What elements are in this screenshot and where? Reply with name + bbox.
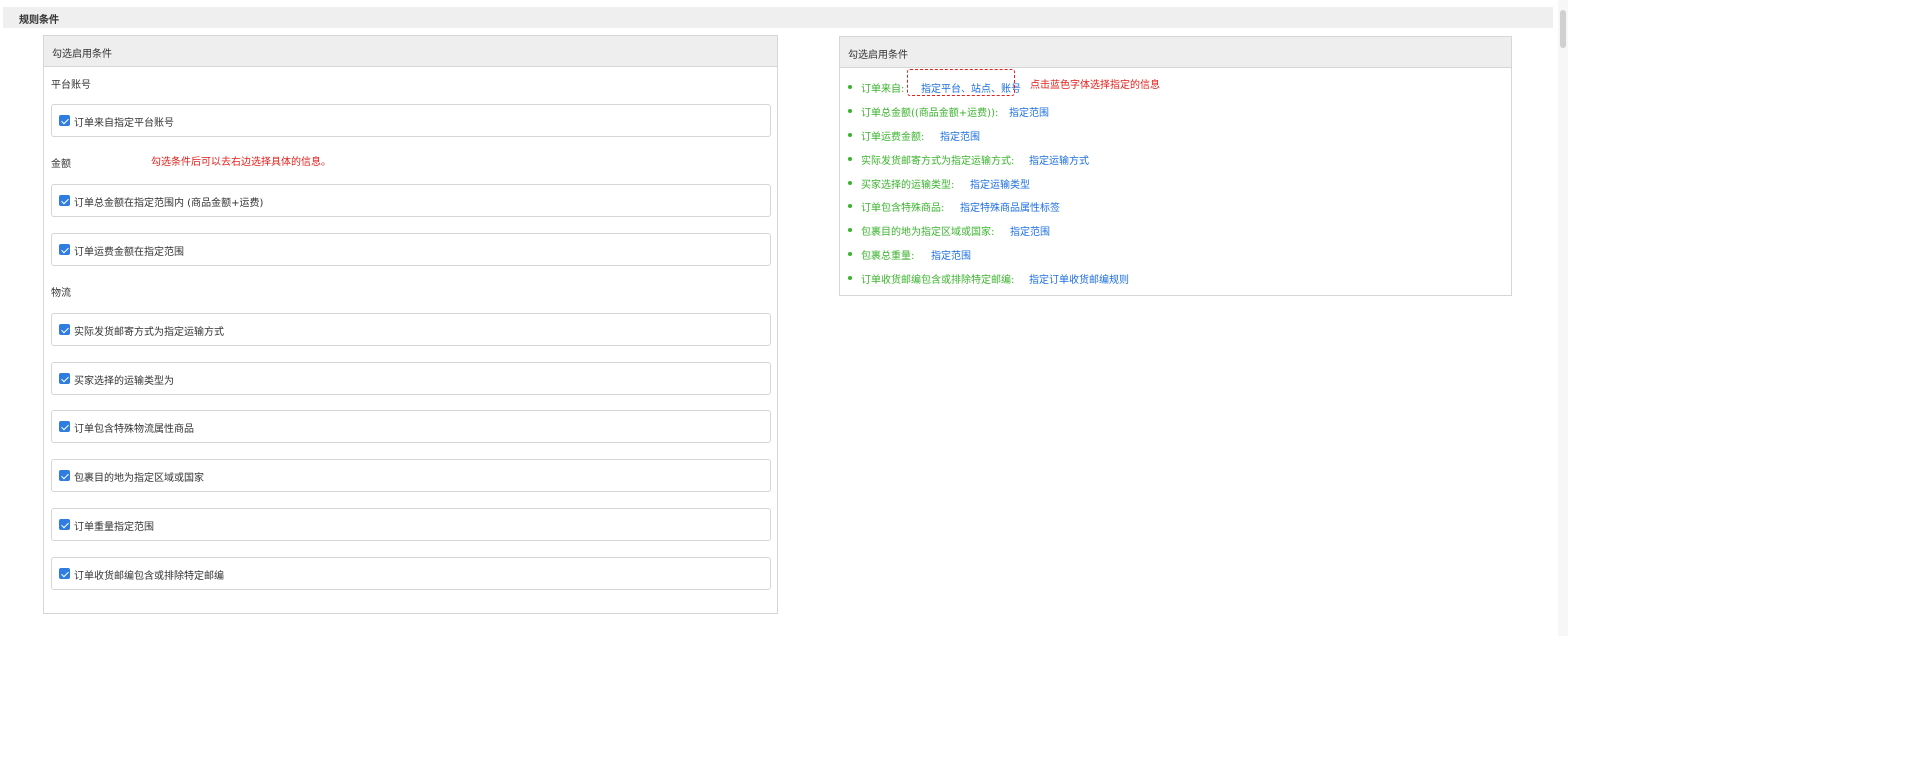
option-destination-region[interactable]: 包裹目的地为指定区域或国家: [51, 459, 771, 492]
select-amount-range-link[interactable]: 指定范围: [1009, 104, 1049, 119]
option-label: 买家选择的运输类型为: [74, 376, 174, 387]
option-label: 订单来自指定平台账号: [74, 118, 174, 129]
option-order-from-platform[interactable]: 订单来自指定平台账号: [51, 104, 771, 137]
checkbox-checked-icon[interactable]: [59, 373, 70, 384]
option-label: 订单运费金额在指定范围: [74, 247, 184, 258]
option-special-logistics-goods[interactable]: 订单包含特殊物流属性商品: [51, 410, 771, 443]
select-special-goods-tag-link[interactable]: 指定特殊商品属性标签: [960, 199, 1060, 214]
option-order-weight[interactable]: 订单重量指定范围: [51, 508, 771, 541]
option-order-shipping-fee[interactable]: 订单运费金额在指定范围: [51, 233, 771, 266]
bullet-icon: [848, 204, 852, 208]
select-shipping-fee-range-link[interactable]: 指定范围: [940, 128, 980, 143]
section-title: 规则条件: [19, 15, 59, 26]
checkbox-checked-icon[interactable]: [59, 195, 70, 206]
option-label: 包裹目的地为指定区域或国家: [74, 473, 204, 484]
select-postcode-rule-link[interactable]: 指定订单收货邮编规则: [1029, 271, 1129, 286]
condition-label: 订单来自:: [861, 84, 905, 95]
bullet-icon: [848, 228, 852, 232]
amount-annotation-note: 勾选条件后可以去右边选择具体的信息。: [151, 157, 331, 168]
checkbox-checked-icon[interactable]: [59, 519, 70, 530]
checkbox-checked-icon[interactable]: [59, 244, 70, 255]
option-label: 订单重量指定范围: [74, 522, 154, 533]
bullet-icon: [848, 157, 852, 161]
page-scrollbar[interactable]: [1558, 0, 1568, 636]
rule-conditions-header: 规则条件: [3, 7, 1553, 28]
bullet-icon: [848, 109, 852, 113]
condition-label: 订单总金额((商品金额+运费)):: [861, 108, 999, 119]
select-shipping-method-link[interactable]: 指定运输方式: [1029, 152, 1089, 167]
option-order-total-amount[interactable]: 订单总金额在指定范围内 (商品金额+运费): [51, 184, 771, 217]
group-label-platform: 平台账号: [51, 80, 91, 91]
select-shipping-type-link[interactable]: 指定运输类型: [970, 176, 1030, 191]
option-label: 订单总金额在指定范围内 (商品金额+运费): [74, 198, 264, 209]
bullet-icon: [848, 252, 852, 256]
checkbox-checked-icon[interactable]: [59, 568, 70, 579]
right-panel-title: 勾选启用条件: [848, 50, 908, 61]
option-postcode-rule[interactable]: 订单收货邮编包含或排除特定邮编: [51, 557, 771, 590]
bullet-icon: [848, 133, 852, 137]
right-panel-header: 勾选启用条件: [840, 37, 1511, 68]
bullet-icon: [848, 85, 852, 89]
checkbox-checked-icon[interactable]: [59, 421, 70, 432]
group-label-logistics: 物流: [51, 288, 71, 299]
condition-label: 实际发货邮寄方式为指定运输方式:: [861, 156, 1015, 167]
select-destination-range-link[interactable]: 指定范围: [1010, 223, 1050, 238]
option-buyer-shipping-type[interactable]: 买家选择的运输类型为: [51, 362, 771, 395]
bullet-icon: [848, 276, 852, 280]
blue-link-annotation-note: 点击蓝色字体选择指定的信息: [1030, 80, 1160, 91]
dashed-highlight-box: [907, 69, 1015, 96]
condition-label: 买家选择的运输类型:: [861, 180, 955, 191]
condition-label: 包裹目的地为指定区域或国家:: [861, 227, 995, 238]
condition-label: 订单收货邮编包含或排除特定邮编:: [861, 275, 1015, 286]
scrollbar-thumb[interactable]: [1560, 10, 1566, 48]
condition-label: 包裹总重量:: [861, 251, 915, 262]
group-label-amount: 金额: [51, 159, 71, 170]
left-conditions-panel: 勾选启用条件 平台账号 订单来自指定平台账号 金额 勾选条件后可以去右边选择具体…: [43, 35, 778, 614]
left-panel-title: 勾选启用条件: [52, 49, 112, 60]
select-weight-range-link[interactable]: 指定范围: [931, 247, 971, 262]
option-label: 订单收货邮编包含或排除特定邮编: [74, 571, 224, 582]
option-label: 实际发货邮寄方式为指定运输方式: [74, 327, 224, 338]
left-panel-header: 勾选启用条件: [44, 36, 777, 67]
checkbox-checked-icon[interactable]: [59, 115, 70, 126]
condition-label: 订单运费金额:: [861, 132, 925, 143]
bullet-icon: [848, 181, 852, 185]
condition-label: 订单包含特殊商品:: [861, 203, 945, 214]
checkbox-checked-icon[interactable]: [59, 470, 70, 481]
option-shipping-method[interactable]: 实际发货邮寄方式为指定运输方式: [51, 313, 771, 346]
option-label: 订单包含特殊物流属性商品: [74, 424, 194, 435]
checkbox-checked-icon[interactable]: [59, 324, 70, 335]
